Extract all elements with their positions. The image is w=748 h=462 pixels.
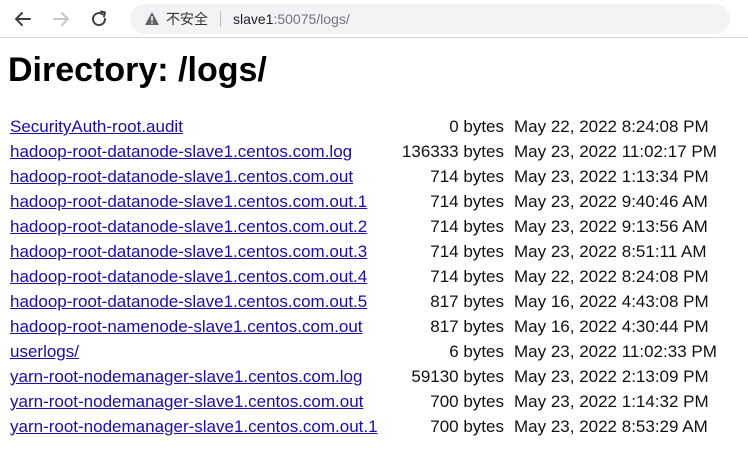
table-row: hadoop-root-datanode-slave1.centos.com.o… — [8, 264, 724, 289]
file-name-cell: hadoop-root-datanode-slave1.centos.com.o… — [8, 289, 396, 314]
table-row: hadoop-root-namenode-slave1.centos.com.o… — [8, 314, 724, 339]
file-link[interactable]: hadoop-root-datanode-slave1.centos.com.o… — [10, 217, 367, 236]
table-row: hadoop-root-datanode-slave1.centos.com.o… — [8, 164, 724, 189]
file-link[interactable]: yarn-root-nodemanager-slave1.centos.com.… — [10, 392, 363, 411]
security-status-label[interactable]: 不安全 — [166, 9, 208, 29]
file-name-cell: SecurityAuth-root.audit — [8, 114, 396, 139]
file-size: 714 bytes — [430, 167, 504, 186]
table-row: userlogs/6 bytes May 23, 2022 11:02:33 PM — [8, 339, 724, 364]
file-date: May 22, 2022 8:24:08 PM — [514, 117, 709, 136]
file-name-cell: yarn-root-nodemanager-slave1.centos.com.… — [8, 414, 396, 439]
table-row: hadoop-root-datanode-slave1.centos.com.o… — [8, 289, 724, 314]
forward-arrow-icon — [53, 11, 69, 26]
file-size: 700 bytes — [430, 392, 504, 411]
table-row: yarn-root-nodemanager-slave1.centos.com.… — [8, 364, 724, 389]
file-link[interactable]: hadoop-root-datanode-slave1.centos.com.o… — [10, 267, 367, 286]
reload-button[interactable] — [84, 4, 114, 34]
file-listing-table: SecurityAuth-root.audit 0 bytes May 22, 20… — [8, 114, 724, 439]
address-bar[interactable]: 不安全 slave1:50075/logs/ — [130, 3, 730, 34]
file-link[interactable]: yarn-root-nodemanager-slave1.centos.com.… — [10, 367, 362, 386]
warning-icon[interactable] — [144, 11, 160, 26]
back-arrow-icon — [15, 11, 31, 26]
reload-icon — [92, 10, 107, 26]
forward-button[interactable] — [46, 4, 76, 34]
file-date: May 23, 2022 11:02:33 PM — [514, 342, 717, 361]
back-button[interactable] — [8, 4, 38, 34]
file-link[interactable]: hadoop-root-datanode-slave1.centos.com.o… — [10, 292, 367, 311]
table-row: hadoop-root-datanode-slave1.centos.com.o… — [8, 239, 724, 264]
file-name-cell: userlogs/ — [8, 339, 396, 364]
file-date: May 23, 2022 9:40:46 AM — [514, 192, 708, 211]
file-size: 714 bytes — [430, 242, 504, 261]
file-name-cell: yarn-root-nodemanager-slave1.centos.com.… — [8, 389, 396, 414]
table-row: yarn-root-nodemanager-slave1.centos.com.… — [8, 414, 724, 439]
file-size: 700 bytes — [430, 417, 504, 436]
file-size: 817 bytes — [430, 317, 504, 336]
table-row: hadoop-root-datanode-slave1.centos.com.o… — [8, 189, 724, 214]
file-name-cell: hadoop-root-datanode-slave1.centos.com.o… — [8, 264, 396, 289]
address-separator — [220, 10, 221, 27]
page-title: Directory: /logs/ — [8, 51, 267, 89]
file-link[interactable]: hadoop-root-namenode-slave1.centos.com.o… — [10, 317, 363, 336]
file-name-cell: hadoop-root-datanode-slave1.centos.com.o… — [8, 239, 396, 264]
file-name-cell: hadoop-root-datanode-slave1.centos.com.o… — [8, 189, 396, 214]
file-link[interactable]: hadoop-root-datanode-slave1.centos.com.o… — [10, 192, 367, 211]
browser-toolbar: 不安全 slave1:50075/logs/ — [0, 0, 748, 38]
file-link[interactable]: userlogs/ — [10, 342, 79, 361]
file-date: May 23, 2022 1:14:32 PM — [514, 392, 709, 411]
file-date: May 23, 2022 8:51:11 AM — [514, 242, 707, 261]
file-date: May 16, 2022 4:30:44 PM — [514, 317, 709, 336]
file-link[interactable]: hadoop-root-datanode-slave1.centos.com.l… — [10, 142, 352, 161]
file-size: 6 bytes — [449, 342, 504, 361]
file-date: May 23, 2022 9:13:56 AM — [514, 217, 708, 236]
file-size: 59130 bytes — [411, 367, 504, 386]
file-date: May 23, 2022 11:02:17 PM — [514, 142, 717, 161]
file-link[interactable]: yarn-root-nodemanager-slave1.centos.com.… — [10, 417, 378, 436]
file-size: 817 bytes — [430, 292, 504, 311]
file-date: May 23, 2022 2:13:09 PM — [514, 367, 709, 386]
file-name-cell: hadoop-root-datanode-slave1.centos.com.o… — [8, 214, 396, 239]
file-size: 136333 bytes — [401, 142, 504, 161]
file-date: May 16, 2022 4:43:08 PM — [514, 292, 709, 311]
table-row: yarn-root-nodemanager-slave1.centos.com.… — [8, 389, 724, 414]
file-link[interactable]: hadoop-root-datanode-slave1.centos.com.o… — [10, 167, 353, 186]
file-size: 714 bytes — [430, 267, 504, 286]
url-path[interactable]: :50075/logs/ — [273, 11, 349, 27]
file-name-cell: hadoop-root-datanode-slave1.centos.com.o… — [8, 164, 396, 189]
file-size: 714 bytes — [430, 217, 504, 236]
file-name-cell: hadoop-root-namenode-slave1.centos.com.o… — [8, 314, 396, 339]
table-row: SecurityAuth-root.audit 0 bytes May 22, 20… — [8, 114, 724, 139]
file-date: May 23, 2022 1:13:34 PM — [514, 167, 709, 186]
file-link[interactable]: SecurityAuth-root.audit — [10, 117, 183, 136]
file-size: 714 bytes — [430, 192, 504, 211]
file-date: May 23, 2022 8:53:29 AM — [514, 417, 708, 436]
table-row: hadoop-root-datanode-slave1.centos.com.o… — [8, 214, 724, 239]
file-size: 0 bytes — [449, 117, 504, 136]
file-date: May 22, 2022 8:24:08 PM — [514, 267, 709, 286]
table-row: hadoop-root-datanode-slave1.centos.com.l… — [8, 139, 724, 164]
file-name-cell: yarn-root-nodemanager-slave1.centos.com.… — [8, 364, 396, 389]
file-name-cell: hadoop-root-datanode-slave1.centos.com.l… — [8, 139, 396, 164]
url-host[interactable]: slave1 — [233, 11, 273, 27]
file-link[interactable]: hadoop-root-datanode-slave1.centos.com.o… — [10, 242, 367, 261]
